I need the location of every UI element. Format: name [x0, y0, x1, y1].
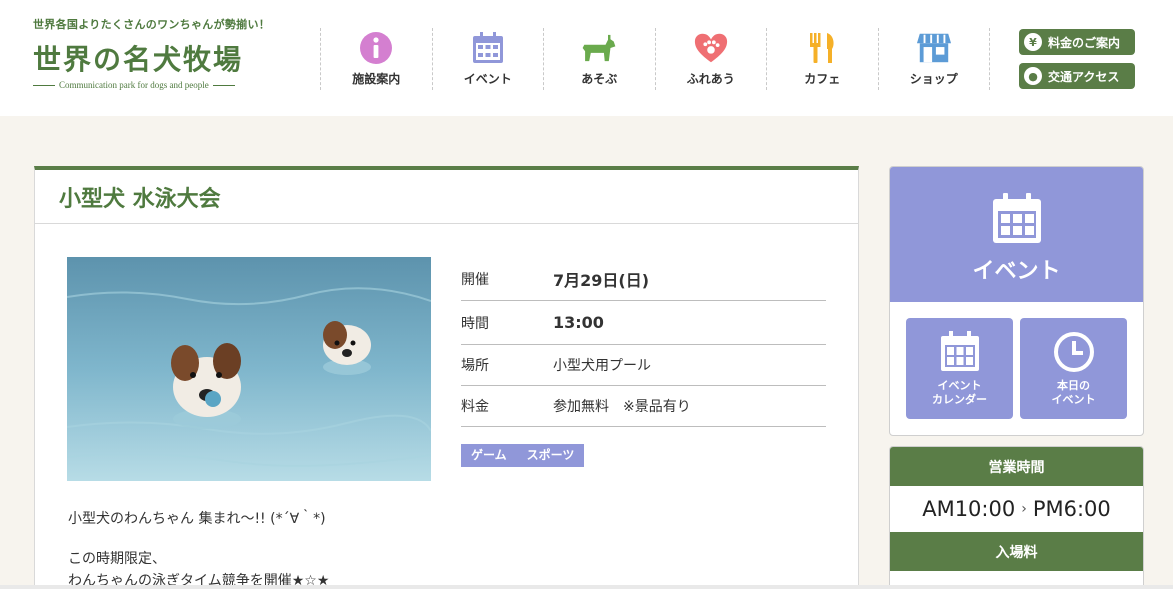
nav-item-event[interactable]: イベント: [431, 28, 544, 90]
desc-line: 小型犬のわんちゃん 集まれ〜!! (*´∀｀*): [68, 511, 326, 527]
nav-label: イベント: [463, 72, 512, 86]
yen-icon: ¥: [1024, 33, 1042, 51]
car-pin-icon: ●: [1024, 67, 1042, 85]
today-event-button[interactable]: 本日の イベント: [1020, 318, 1127, 419]
access-button[interactable]: ● 交通アクセス: [1019, 63, 1135, 89]
shop-icon: [916, 30, 952, 66]
nav-label: あそぶ: [581, 72, 618, 86]
nav-item-shop[interactable]: ショップ: [877, 28, 990, 90]
price-info-button[interactable]: ¥ 料金のご案内: [1019, 29, 1135, 55]
info-icon: [358, 30, 394, 66]
fork-knife-icon: [804, 30, 840, 66]
global-nav: 施設案内 イベント あそぶ ふれあう カフェ ショップ: [320, 28, 990, 90]
dog-icon: [581, 30, 617, 66]
header-quick-links: ¥ 料金のご案内 ● 交通アクセス: [1019, 29, 1135, 97]
tag-sports[interactable]: スポーツ: [517, 444, 585, 467]
nav-label: カフェ: [804, 72, 841, 86]
event-calendar-label: イベント カレンダー: [932, 379, 987, 406]
info-row-fee: 料金 参加無料 ※景品有り: [461, 386, 826, 427]
fee-title: 入場料: [890, 532, 1143, 571]
price-info-label: 料金のご案内: [1048, 35, 1121, 50]
site-header: 世界各国よりたくさんのワンちゃんが勢揃い！ 世界の名犬牧場 Communicat…: [0, 0, 1173, 116]
event-tags: ゲーム スポーツ: [461, 444, 585, 467]
nav-label: ふれあう: [686, 72, 735, 86]
tag-game[interactable]: ゲーム: [461, 444, 517, 467]
logo-brand: 世界の名犬牧場: [33, 43, 244, 76]
nav-label: ショップ: [909, 72, 958, 86]
info-value: 7月29日(日): [553, 270, 650, 290]
calendar-icon: [992, 193, 1041, 243]
sidebar-event-box: イベント イベント カレンダー 本日の イベント: [889, 166, 1144, 436]
today-event-label: 本日の イベント: [1051, 379, 1096, 406]
logo-subtitle: Communication park for dogs and people: [33, 80, 283, 90]
info-key: 開催: [461, 271, 489, 288]
info-value: 13:00: [553, 313, 604, 332]
event-info-table: 開催 7月29日(日) 時間 13:00 場所 小型犬用プール 料金 参加無料 …: [461, 257, 826, 427]
site-logo[interactable]: 世界各国よりたくさんのワンちゃんが勢揃い！ 世界の名犬牧場 Communicat…: [33, 16, 283, 96]
hours-value: AM10:00 › PM6:00: [890, 486, 1143, 532]
nav-item-facility[interactable]: 施設案内: [320, 28, 432, 90]
sidebar-event-title: イベント: [972, 259, 1061, 284]
nav-item-play[interactable]: あそぶ: [543, 28, 655, 90]
info-row-date: 開催 7月29日(日): [461, 257, 826, 301]
nav-item-interact[interactable]: ふれあう: [654, 28, 767, 90]
chevron-right-icon: ›: [1021, 501, 1027, 517]
info-key: 料金: [461, 399, 489, 415]
access-label: 交通アクセス: [1048, 69, 1120, 84]
hours-title: 営業時間: [890, 447, 1143, 486]
hours-close: PM6:00: [1032, 497, 1111, 521]
info-key: 場所: [461, 358, 489, 374]
heart-paw-icon: [693, 30, 729, 66]
clock-icon: [1053, 332, 1094, 372]
calendar-icon: [940, 331, 979, 371]
info-value: 参加無料 ※景品有り: [553, 399, 691, 415]
info-value: 小型犬用プール: [553, 358, 651, 374]
event-calendar-button[interactable]: イベント カレンダー: [906, 318, 1013, 419]
info-row-time: 時間 13:00: [461, 301, 826, 345]
sidebar-event-header[interactable]: イベント: [890, 167, 1143, 302]
event-description: 小型犬のわんちゃん 集まれ〜!! (*´∀｀*) この時期限定、 わんちゃんの泳…: [68, 508, 329, 589]
desc-line: この時期限定、: [68, 551, 166, 567]
event-photo: [67, 257, 431, 481]
info-row-place: 場所 小型犬用プール: [461, 345, 826, 386]
event-article: 小型犬 水泳大会 開催 7月29日(日) 時間 13:00 場所 小型犬用プール…: [34, 166, 859, 589]
nav-label: 施設案内: [352, 72, 401, 86]
sidebar-hours-box: 営業時間 AM10:00 › PM6:00 入場料: [889, 446, 1144, 589]
page-title: 小型犬 水泳大会: [35, 170, 858, 224]
logo-tagline: 世界各国よりたくさんのワンちゃんが勢揃い！: [33, 18, 271, 31]
hours-open: AM10:00: [922, 497, 1016, 521]
nav-item-cafe[interactable]: カフェ: [766, 28, 878, 90]
calendar-icon: [470, 30, 506, 66]
window-bottom-edge: [0, 585, 1173, 589]
info-key: 時間: [461, 315, 489, 332]
nav-divider: [989, 28, 990, 90]
